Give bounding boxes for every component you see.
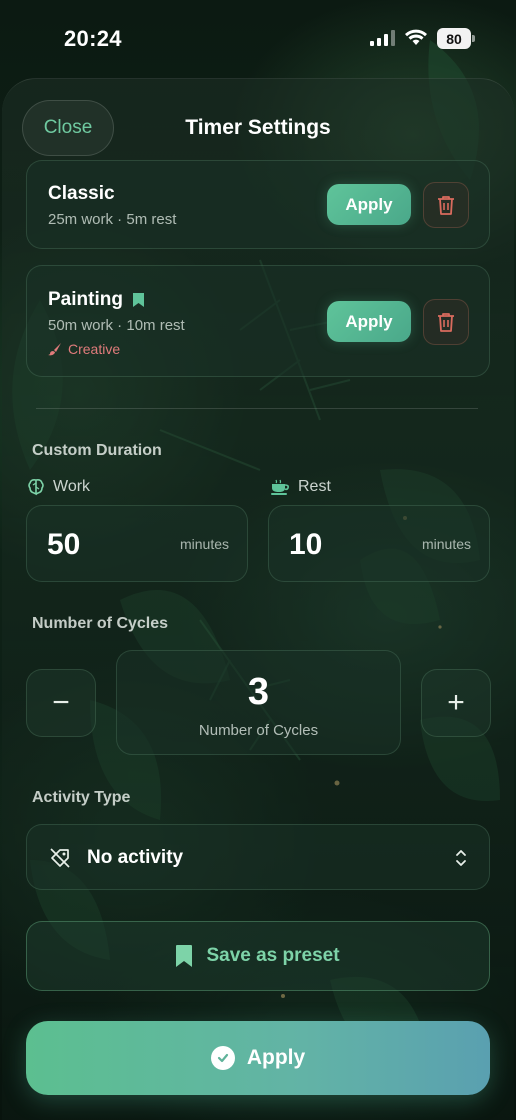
battery-indicator: 80 [437, 28, 475, 49]
cycles-display: 3 Number of Cycles [116, 650, 401, 755]
save-as-preset-button[interactable]: Save as preset [26, 921, 490, 991]
preset-apply-label: Apply [345, 311, 393, 331]
rest-duration-value: 10 [289, 528, 323, 561]
cycles-value: 3 [247, 671, 270, 713]
bookmark-icon [132, 293, 144, 307]
delete-preset-button[interactable] [423, 182, 469, 228]
work-label-row: Work [27, 478, 90, 496]
preset-card-painting: Painting 50m work · 10m rest Creative Ap… [26, 265, 490, 377]
work-duration-unit: minutes [179, 536, 229, 552]
rest-label-row: Rest [270, 478, 331, 496]
battery-level: 80 [446, 30, 462, 47]
work-label: Work [53, 478, 91, 495]
checkmark-circle-icon [210, 1046, 235, 1070]
activity-tag: Creative [48, 341, 120, 357]
brain-icon [28, 479, 44, 496]
status-bar: 20:24 80 [0, 0, 516, 78]
activity-selected-value: No activity [87, 847, 184, 868]
chevron-up-down-icon [456, 850, 466, 866]
increment-cycles-button[interactable]: + [421, 669, 491, 737]
work-duration-value: 50 [47, 528, 81, 561]
preset-apply-button[interactable]: Apply [327, 184, 411, 225]
activity-type-select[interactable]: No activity [26, 824, 490, 890]
preset-name-row: Painting [48, 289, 144, 311]
apply-label: Apply [246, 1046, 306, 1069]
page-title: Timer Settings [185, 116, 331, 139]
rest-label: Rest [298, 478, 331, 495]
cellular-signal-icon [370, 30, 395, 46]
minus-icon: − [52, 686, 70, 719]
delete-preset-button[interactable] [423, 299, 469, 345]
save-as-preset-label: Save as preset [206, 945, 340, 966]
plus-icon: + [447, 686, 465, 719]
activity-tag-label: Creative [68, 341, 121, 357]
rest-duration-field[interactable]: 10 minutes [268, 505, 490, 582]
preset-name: Classic [48, 183, 115, 204]
paintbrush-icon [48, 343, 61, 356]
bookmark-icon [176, 945, 193, 967]
no-tag-icon [50, 848, 70, 868]
apply-button[interactable]: Apply [26, 1021, 490, 1095]
status-time: 20:24 [64, 26, 122, 51]
preset-name: Painting [48, 289, 123, 310]
coffee-cup-icon [271, 479, 289, 495]
preset-detail: 25m work · 5m rest [48, 211, 177, 228]
decrement-cycles-button[interactable]: − [26, 669, 96, 737]
preset-apply-label: Apply [345, 194, 393, 214]
preset-card-classic: Classic 25m work · 5m rest Apply [26, 160, 490, 249]
custom-duration-heading: Custom Duration [32, 442, 162, 459]
trash-icon [438, 313, 454, 332]
wifi-icon [405, 29, 427, 45]
preset-apply-button[interactable]: Apply [327, 301, 411, 342]
cycles-heading: Number of Cycles [32, 615, 169, 632]
rest-duration-unit: minutes [421, 536, 471, 552]
work-duration-field[interactable]: 50 minutes [26, 505, 248, 582]
section-divider [36, 408, 478, 409]
activity-type-heading: Activity Type [32, 789, 131, 806]
cycles-caption: Number of Cycles [198, 722, 319, 739]
trash-icon [438, 196, 454, 215]
preset-detail: 50m work · 10m rest [48, 317, 185, 334]
